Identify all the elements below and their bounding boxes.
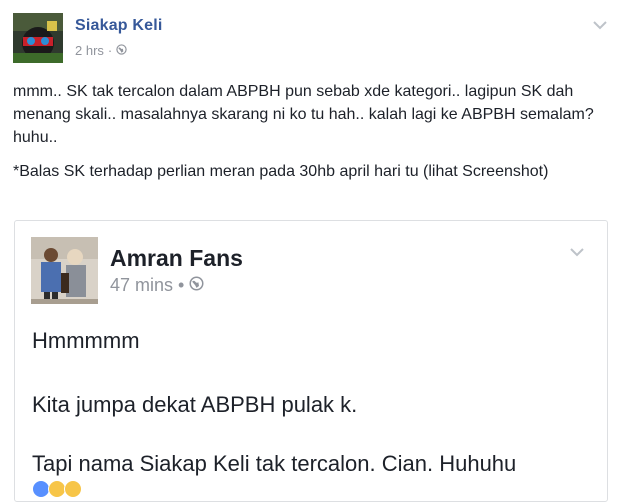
post-text-paragraph-1: mmm.. SK tak tercalon dalam ABPBH pun se… <box>13 83 594 146</box>
facebook-post: Siakap Keli 2 hrs · mmm.. SK tak tercalo… <box>0 0 620 502</box>
wow-reaction-icon <box>64 480 82 498</box>
reaction-icons[interactable] <box>32 480 82 498</box>
shared-author-name-link[interactable]: Amran Fans <box>110 245 243 272</box>
avatar-image <box>13 13 63 63</box>
globe-icon[interactable] <box>189 275 204 296</box>
shared-post-timestamp[interactable]: 47 mins <box>110 275 173 296</box>
post-options-chevron-down-icon[interactable] <box>589 17 611 33</box>
globe-icon[interactable] <box>116 43 127 58</box>
post-meta: 2 hrs · <box>75 43 127 58</box>
shared-post-card[interactable]: Amran Fans 47 mins • Hmmmmm Kita jumpa d… <box>14 220 608 502</box>
post-text-paragraph-2: *Balas SK terhadap perlian meran pada 30… <box>13 163 549 180</box>
post-timestamp[interactable]: 2 hrs <box>75 43 104 58</box>
shared-post-line-1: Hmmmmm <box>32 328 140 353</box>
author-name-link[interactable]: Siakap Keli <box>75 17 163 35</box>
meta-separator: · <box>107 43 113 58</box>
shared-post-meta: 47 mins • <box>110 275 204 296</box>
shared-author-avatar[interactable] <box>31 237 98 304</box>
shared-post-line-3: Tapi nama Siakap Keli tak tercalon. Cian… <box>32 451 517 476</box>
shared-meta-separator: • <box>178 275 185 295</box>
author-avatar[interactable] <box>13 13 63 63</box>
shared-post-options-chevron-down-icon[interactable] <box>565 243 589 261</box>
shared-avatar-image <box>31 237 98 304</box>
shared-post-line-2: Kita jumpa dekat ABPBH pulak k. <box>32 392 358 417</box>
